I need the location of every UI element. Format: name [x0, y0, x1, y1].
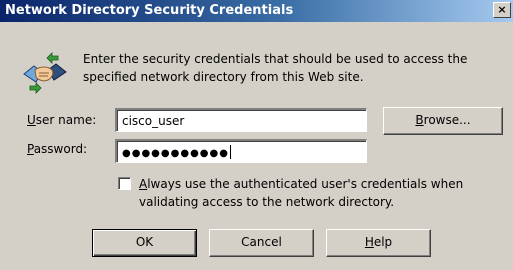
title-bar[interactable]: Network Directory Security Credentials ×	[0, 0, 513, 22]
help-button-mnemonic: H	[364, 235, 374, 249]
always-use-credentials-checkbox[interactable]	[118, 177, 131, 190]
window-title: Network Directory Security Credentials	[5, 3, 294, 18]
checkbox-label-mnemonic: A	[139, 177, 148, 191]
username-field[interactable]: cisco_user	[115, 108, 367, 132]
cancel-button[interactable]: Cancel	[209, 229, 314, 257]
username-value: cisco_user	[122, 114, 185, 128]
password-masked-value: ●●●●●●●●●●●	[122, 148, 229, 159]
help-button-rest: elp	[373, 235, 393, 249]
handshake-icon	[22, 52, 68, 94]
always-use-credentials-label[interactable]: Always use the authenticated user's cred…	[139, 175, 499, 211]
close-button[interactable]: ×	[493, 2, 511, 18]
password-label: Password:	[27, 142, 87, 156]
credentials-dialog: Network Directory Security Credentials ×…	[0, 0, 513, 270]
help-button[interactable]: Help	[326, 229, 431, 257]
ok-button[interactable]: OK	[92, 229, 197, 257]
username-label-mnemonic: U	[27, 113, 36, 127]
username-label: User name:	[27, 113, 96, 127]
handshake-icon-graphic	[23, 52, 67, 94]
browse-button[interactable]: Browse...	[383, 107, 503, 135]
password-field[interactable]: ●●●●●●●●●●●	[115, 139, 367, 163]
password-label-mnemonic: P	[27, 142, 34, 156]
description-text: Enter the security credentials that shou…	[83, 52, 468, 84]
checkbox-label-rest: lways use the authenticated user's crede…	[139, 177, 464, 209]
username-label-rest: ser name:	[35, 113, 97, 127]
password-label-rest: assword:	[33, 142, 88, 156]
browse-button-rest: rowse...	[423, 113, 471, 127]
text-caret	[229, 145, 231, 159]
browse-button-mnemonic: B	[415, 113, 424, 127]
